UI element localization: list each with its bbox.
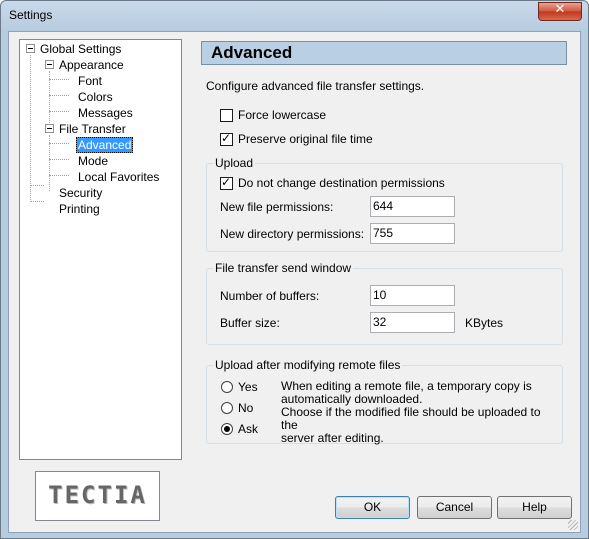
window-title: Settings bbox=[9, 8, 53, 22]
new-directory-permissions-label: New directory permissions: bbox=[220, 227, 365, 241]
number-of-buffers-label: Number of buffers: bbox=[220, 289, 320, 303]
upload-no-label[interactable]: No bbox=[238, 401, 253, 415]
title-bar[interactable]: Settings ✕ bbox=[1, 1, 588, 31]
new-file-permissions-input[interactable]: 644 bbox=[370, 196, 455, 217]
collapse-icon[interactable] bbox=[45, 60, 54, 69]
tree-item-messages[interactable]: Messages bbox=[78, 106, 133, 120]
upload-yes-label[interactable]: Yes bbox=[238, 380, 258, 394]
ok-button[interactable]: OK bbox=[335, 496, 410, 519]
tree-line bbox=[49, 79, 69, 80]
tree-line bbox=[49, 159, 69, 160]
send-window-group: File transfer send window Number of buff… bbox=[206, 261, 563, 345]
tree-line bbox=[49, 95, 69, 96]
buffer-size-input[interactable]: 32 bbox=[370, 312, 455, 333]
upload-group-title: Upload bbox=[213, 156, 256, 170]
cancel-button[interactable]: Cancel bbox=[417, 496, 492, 519]
tree-line bbox=[30, 55, 31, 202]
help-button[interactable]: Help bbox=[497, 496, 572, 519]
tree-line bbox=[30, 185, 44, 186]
preserve-file-time-checkbox[interactable] bbox=[220, 131, 233, 146]
upload-ask-radio[interactable] bbox=[221, 423, 233, 435]
no-change-permissions-checkbox[interactable] bbox=[220, 175, 233, 190]
tree-line bbox=[49, 175, 69, 176]
page-description: Configure advanced file transfer setting… bbox=[206, 79, 425, 93]
close-icon: ✕ bbox=[554, 2, 566, 17]
dialog-client-area: Global Settings Appearance Font Colors M… bbox=[8, 31, 581, 533]
force-lowercase-checkbox[interactable] bbox=[220, 109, 233, 122]
logo-text: TECTIA bbox=[48, 481, 147, 509]
close-button[interactable]: ✕ bbox=[538, 2, 582, 21]
tree-item-appearance[interactable]: Appearance bbox=[59, 58, 124, 72]
resize-grip[interactable] bbox=[568, 520, 578, 530]
collapse-icon[interactable] bbox=[26, 44, 35, 53]
upload-yes-radio[interactable] bbox=[221, 381, 233, 393]
new-directory-permissions-input[interactable]: 755 bbox=[370, 223, 455, 244]
tree-item-local-favorites[interactable]: Local Favorites bbox=[78, 170, 159, 184]
tree-item-security[interactable]: Security bbox=[59, 186, 102, 200]
tree-item-font[interactable]: Font bbox=[78, 74, 102, 88]
tree-item-file-transfer[interactable]: File Transfer bbox=[59, 122, 126, 136]
tree-item-printing[interactable]: Printing bbox=[59, 202, 100, 216]
tree-item-colors[interactable]: Colors bbox=[78, 90, 113, 104]
tree-item-global-settings[interactable]: Global Settings bbox=[40, 42, 121, 56]
send-window-group-title: File transfer send window bbox=[213, 261, 354, 275]
upload-ask-label[interactable]: Ask bbox=[238, 422, 258, 436]
page-header: Advanced bbox=[201, 41, 567, 65]
upload-note-line: Choose if the modified file should be up… bbox=[281, 405, 541, 432]
tree-line bbox=[30, 201, 44, 202]
tectia-logo: TECTIA bbox=[35, 471, 160, 521]
upload-note: When editing a remote file, a temporary … bbox=[281, 380, 551, 445]
buffer-size-unit: KBytes bbox=[465, 316, 504, 330]
buffer-size-label: Buffer size: bbox=[220, 316, 280, 330]
upload-note-line: server after editing. bbox=[281, 431, 384, 445]
settings-window: Settings ✕ Global Settings Appearance Fo… bbox=[0, 0, 589, 539]
no-change-permissions-label[interactable]: Do not change destination permissions bbox=[238, 176, 445, 190]
settings-tree[interactable]: Global Settings Appearance Font Colors M… bbox=[19, 39, 182, 460]
tree-line bbox=[49, 143, 69, 144]
page-title: Advanced bbox=[211, 43, 293, 62]
preserve-file-time-label[interactable]: Preserve original file time bbox=[238, 132, 373, 146]
tree-item-advanced[interactable]: Advanced bbox=[76, 137, 134, 153]
tree-line bbox=[49, 111, 69, 112]
number-of-buffers-input[interactable]: 10 bbox=[370, 285, 455, 306]
collapse-icon[interactable] bbox=[45, 124, 54, 133]
tree-item-mode[interactable]: Mode bbox=[78, 154, 108, 168]
new-file-permissions-label: New file permissions: bbox=[220, 200, 334, 214]
force-lowercase-label[interactable]: Force lowercase bbox=[238, 108, 326, 122]
upload-no-radio[interactable] bbox=[221, 402, 233, 414]
upload-group: Upload Do not change destination permiss… bbox=[206, 156, 563, 252]
upload-after-modify-group-title: Upload after modifying remote files bbox=[213, 358, 403, 372]
